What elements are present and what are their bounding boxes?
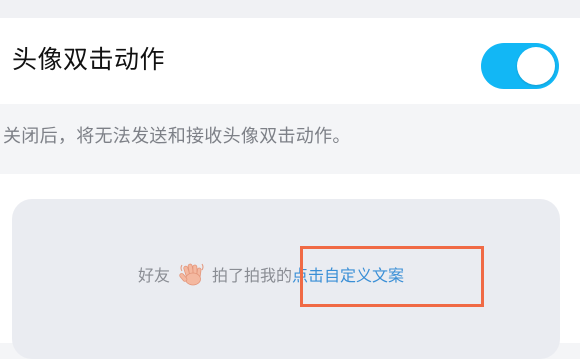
- preview-prefix: 好友: [138, 266, 171, 285]
- toggle-knob: [517, 47, 555, 85]
- double-click-setting-row: 头像双击动作: [0, 18, 580, 104]
- custom-text-link[interactable]: 点击自定义文案: [292, 262, 404, 286]
- preview-middle: 拍了拍我的: [212, 266, 293, 285]
- top-strip: [0, 0, 580, 18]
- double-click-toggle[interactable]: [481, 43, 559, 89]
- setting-description: 关闭后，将无法发送和接收头像双击动作。: [3, 126, 351, 147]
- waving-hand-icon: [178, 260, 206, 288]
- setting-label: 头像双击动作: [12, 45, 166, 74]
- setting-note: 关闭后，将无法发送和接收头像双击动作。: [0, 104, 580, 174]
- preview-message: 好友 拍了拍我的 点击自定义文案: [138, 259, 404, 289]
